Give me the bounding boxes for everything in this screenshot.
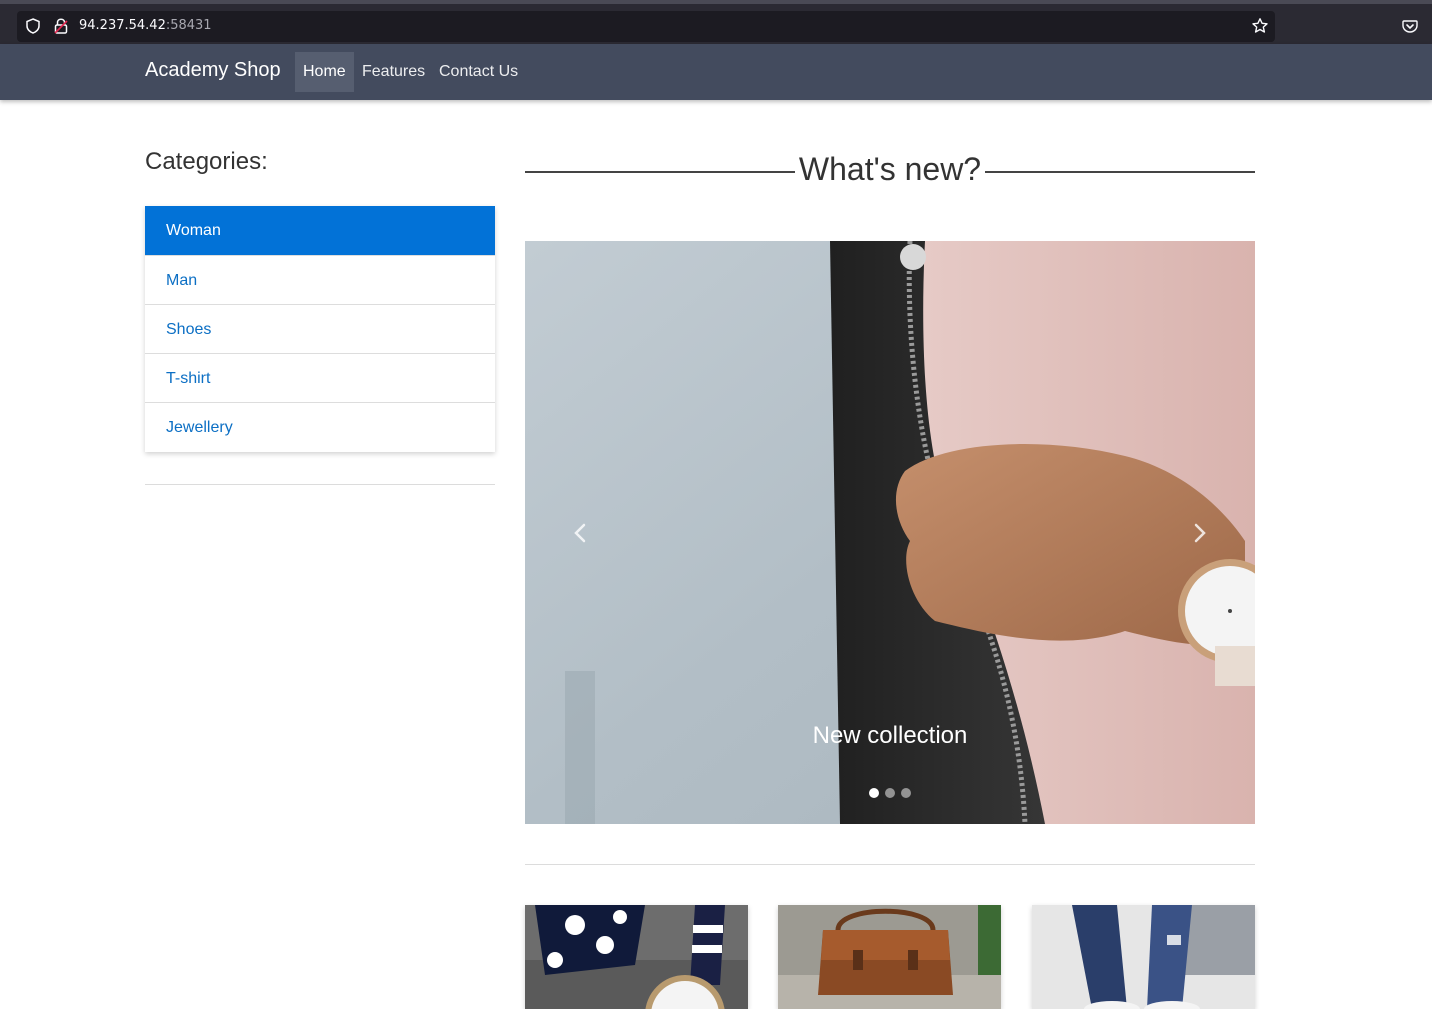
product-card[interactable]	[778, 905, 1001, 1009]
brand-logo-text[interactable]: Academy Shop	[145, 59, 281, 82]
category-jewellery[interactable]: Jewellery	[145, 403, 495, 452]
whats-new-heading: What's new?	[798, 151, 982, 187]
site-navbar: Academy Shop Home Features Contact Us	[0, 44, 1432, 100]
category-list: Woman Man Shoes T-shirt Jewellery	[145, 206, 495, 452]
url-text[interactable]: 94.237.54.42:58431	[79, 18, 212, 33]
product-image-watch	[525, 905, 748, 1009]
section-divider	[525, 864, 1255, 865]
category-man[interactable]: Man	[145, 256, 495, 305]
carousel-caption: New collection	[812, 722, 968, 749]
heading-rule-left	[525, 171, 795, 173]
sidebar-divider	[145, 484, 495, 485]
nav-contact-us[interactable]: Contact Us	[431, 52, 526, 92]
product-image-bag	[778, 905, 1001, 1009]
carousel-indicator-3[interactable]	[901, 788, 911, 798]
heading-rule-right	[985, 171, 1255, 173]
categories-title: Categories:	[145, 148, 268, 175]
category-woman[interactable]: Woman	[145, 206, 495, 256]
shield-icon[interactable]	[25, 18, 41, 34]
chevron-right-icon[interactable]	[1193, 523, 1207, 543]
insecure-lock-icon[interactable]	[54, 18, 68, 34]
product-image-jeans	[1032, 905, 1255, 1009]
address-bar[interactable]: 94.237.54.42:58431	[17, 11, 1275, 42]
carousel-indicator-1[interactable]	[869, 788, 879, 798]
nav-features[interactable]: Features	[354, 52, 433, 92]
category-shoes[interactable]: Shoes	[145, 305, 495, 354]
pocket-icon[interactable]	[1402, 18, 1418, 34]
product-card[interactable]	[525, 905, 748, 1009]
bookmark-star-icon[interactable]	[1251, 17, 1269, 35]
browser-toolbar: 94.237.54.42:58431	[0, 0, 1432, 44]
carousel-indicator-2[interactable]	[885, 788, 895, 798]
chevron-left-icon[interactable]	[573, 523, 587, 543]
category-t-shirt[interactable]: T-shirt	[145, 354, 495, 403]
product-card[interactable]	[1032, 905, 1255, 1009]
nav-home[interactable]: Home	[295, 52, 354, 92]
